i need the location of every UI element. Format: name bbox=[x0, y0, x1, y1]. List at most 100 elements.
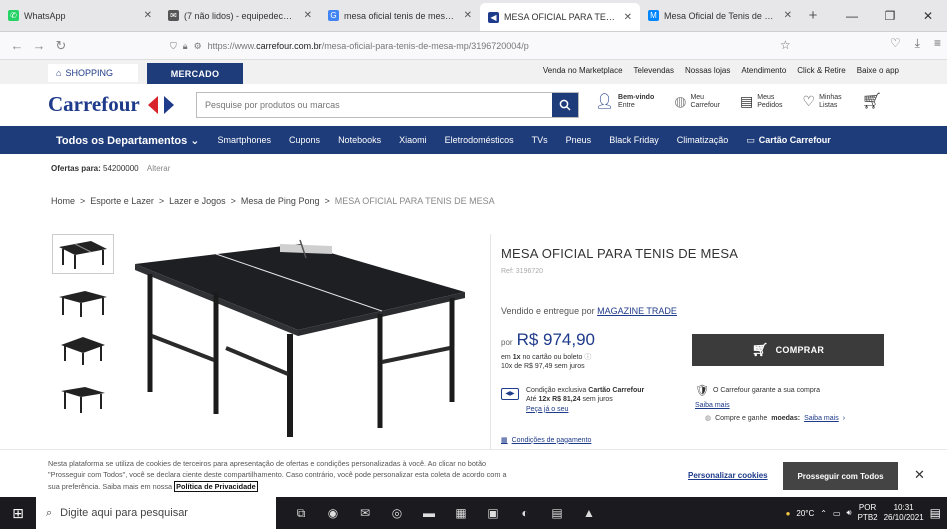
weather-icon[interactable]: ● bbox=[786, 509, 791, 518]
privacy-policy-link[interactable]: Política de Privacidade bbox=[174, 480, 258, 492]
moedas-link[interactable]: Saiba mais bbox=[804, 415, 839, 422]
product-main-image[interactable] bbox=[130, 232, 470, 442]
accept-all-cookies-button[interactable]: Prosseguir com Todos bbox=[783, 462, 898, 490]
downloads-icon[interactable]: ⤓ bbox=[915, 36, 920, 51]
close-icon[interactable]: ✕ bbox=[304, 10, 312, 21]
top-link[interactable]: Televendas bbox=[634, 66, 674, 75]
shopping-tab-label: SHOPPING bbox=[65, 68, 113, 78]
personalize-cookies-link[interactable]: Personalizar cookies bbox=[688, 471, 768, 480]
explorer-app-icon[interactable]: ▬ bbox=[416, 500, 442, 526]
permissions-icon[interactable]: ⚙ bbox=[194, 41, 202, 52]
menu-icon[interactable]: ≡ bbox=[934, 36, 941, 51]
product-thumbnail[interactable] bbox=[52, 378, 114, 418]
buy-button[interactable]: 🛒︎ COMPRAR bbox=[692, 334, 884, 366]
close-icon[interactable]: ✕ bbox=[624, 12, 632, 23]
chrome-app-icon[interactable]: ◎ bbox=[384, 500, 410, 526]
tab-magalu[interactable]: M Mesa Oficial de Tenis de Mesa - ... ✕ bbox=[640, 0, 800, 31]
top-link[interactable]: Venda no Marketplace bbox=[543, 66, 623, 75]
tab-carrefour[interactable]: ◀ MESA OFICIAL PARA TENIS DE ... ✕ bbox=[480, 3, 640, 31]
dept-item[interactable]: Eletrodomésticos bbox=[445, 135, 514, 145]
lock-icon[interactable]: 🔒︎ bbox=[183, 41, 188, 52]
chevron-right-icon[interactable]: › bbox=[843, 415, 845, 422]
close-icon[interactable]: ✕ bbox=[144, 10, 152, 21]
mercado-tab[interactable]: MERCADO bbox=[147, 63, 243, 84]
card-offer-installment: 12x R$ 81,24 bbox=[538, 396, 581, 404]
app-icon[interactable]: ◐ bbox=[512, 500, 538, 526]
excel-app-icon[interactable]: ▦ bbox=[448, 500, 474, 526]
dept-item[interactable]: Notebooks bbox=[338, 135, 381, 145]
chevron-up-icon[interactable]: ⌃ bbox=[820, 509, 827, 518]
close-icon[interactable]: ✕ bbox=[784, 10, 792, 21]
breadcrumb-item[interactable]: Mesa de Ping Pong bbox=[241, 196, 320, 206]
minhas-listas-button[interactable]: ♡ Minhas Listas bbox=[803, 93, 842, 111]
word-app-icon[interactable]: ▣ bbox=[480, 500, 506, 526]
close-window-icon[interactable]: ✕ bbox=[909, 0, 947, 32]
coin-icon: ◍ bbox=[674, 93, 687, 110]
maximize-icon[interactable]: ❐ bbox=[871, 0, 909, 32]
meu-carrefour-button[interactable]: ◍ Meu Carrefour bbox=[674, 93, 720, 111]
top-link[interactable]: Atendimento bbox=[741, 66, 786, 75]
language-indicator[interactable]: POR PTB2 bbox=[858, 503, 878, 522]
tab-google[interactable]: G mesa oficial tenis de mesa - Pe... ✕ bbox=[320, 0, 480, 31]
breadcrumb-item[interactable]: Home bbox=[51, 196, 75, 206]
photos-app-icon[interactable]: ▲ bbox=[576, 500, 602, 526]
close-icon[interactable]: ✕ bbox=[914, 467, 925, 483]
dept-item[interactable]: Smartphones bbox=[218, 135, 272, 145]
browser-app-icon[interactable]: ◉ bbox=[320, 500, 346, 526]
store-app-icon[interactable]: ▤ bbox=[544, 500, 570, 526]
account-button[interactable]: 👤︎ Bem-vindo Entre bbox=[595, 93, 654, 111]
top-link[interactable]: Click & Retire bbox=[797, 66, 845, 75]
all-departments-menu[interactable]: Todos os Departamentos ⌄ bbox=[56, 134, 200, 147]
forward-icon[interactable]: → bbox=[28, 38, 50, 53]
clock[interactable]: 10:31 26/10/2021 bbox=[884, 503, 924, 522]
new-tab-button[interactable]: + bbox=[800, 0, 826, 31]
breadcrumb-item[interactable]: Lazer e Jogos bbox=[169, 196, 226, 206]
saiba-mais-link[interactable]: Saiba mais bbox=[695, 402, 730, 409]
tab-whatsapp[interactable]: ✆ WhatsApp ✕ bbox=[0, 0, 160, 31]
product-thumbnail[interactable] bbox=[52, 330, 114, 370]
close-icon[interactable]: ✕ bbox=[464, 10, 472, 21]
breadcrumb-item[interactable]: Esporte e Lazer bbox=[90, 196, 154, 206]
alterar-link[interactable]: Alterar bbox=[147, 164, 171, 173]
moedas-label: moedas: bbox=[771, 414, 801, 422]
cartao-carrefour-link[interactable]: ▭ Cartão Carrefour bbox=[746, 135, 831, 146]
network-icon[interactable]: ▭ bbox=[833, 509, 841, 518]
info-icon[interactable]: ⓘ bbox=[584, 354, 591, 361]
shopping-tab[interactable]: ⌂ SHOPPING bbox=[48, 64, 138, 82]
reload-icon[interactable]: ↻ bbox=[50, 38, 72, 54]
carrefour-logo[interactable]: Carrefour bbox=[48, 92, 176, 117]
taskbar-search-placeholder: Digite aqui para pesquisar bbox=[60, 507, 188, 519]
cart-button[interactable]: 🛒︎ bbox=[862, 93, 882, 111]
taskbar-search[interactable]: ⌕ Digite aqui para pesquisar bbox=[36, 497, 276, 529]
dept-item[interactable]: Xiaomi bbox=[399, 135, 427, 145]
shield-icon[interactable]: ⛉ bbox=[170, 41, 177, 52]
tab-label: MESA OFICIAL PARA TENIS DE ... bbox=[504, 12, 619, 22]
card-offer-link[interactable]: Peça já o seu bbox=[526, 406, 568, 413]
payment-conditions-link[interactable]: ▦ Condições de pagamento bbox=[501, 436, 591, 445]
tab-mail[interactable]: ✉ (7 não lidos) - equipedec@yah... ✕ bbox=[160, 0, 320, 31]
mail-app-icon[interactable]: ✉ bbox=[352, 500, 378, 526]
top-link[interactable]: Baixe o app bbox=[857, 66, 899, 75]
product-thumbnail[interactable] bbox=[52, 234, 114, 274]
pocket-icon[interactable]: ♡ bbox=[890, 36, 901, 51]
search-button[interactable] bbox=[552, 93, 578, 117]
minimize-icon[interactable]: — bbox=[833, 0, 871, 32]
temperature[interactable]: 20°C bbox=[796, 509, 814, 518]
url-field[interactable]: ⛉ 🔒︎ ⚙ https://www.carrefour.com.br/mesa… bbox=[170, 36, 800, 56]
top-link[interactable]: Nossas lojas bbox=[685, 66, 730, 75]
volume-icon[interactable]: 🔊︎ bbox=[847, 508, 852, 518]
back-icon[interactable]: ← bbox=[6, 38, 28, 53]
windows-start-icon[interactable]: ⊞ bbox=[0, 505, 36, 522]
product-thumbnail[interactable] bbox=[52, 282, 114, 322]
dept-item[interactable]: Pneus bbox=[566, 135, 592, 145]
seller-link[interactable]: MAGAZINE TRADE bbox=[597, 306, 677, 316]
dept-item[interactable]: TVs bbox=[532, 135, 548, 145]
notifications-icon[interactable]: ▤ bbox=[930, 506, 941, 520]
task-view-icon[interactable]: ⧉ bbox=[288, 500, 314, 526]
dept-item[interactable]: Black Friday bbox=[609, 135, 659, 145]
dept-item[interactable]: Climatização bbox=[677, 135, 729, 145]
dept-item[interactable]: Cupons bbox=[289, 135, 320, 145]
search-input[interactable] bbox=[197, 93, 552, 117]
bookmark-star-icon[interactable]: ☆ bbox=[780, 38, 791, 52]
meus-pedidos-button[interactable]: ▤ Meus Pedidos bbox=[740, 93, 783, 111]
